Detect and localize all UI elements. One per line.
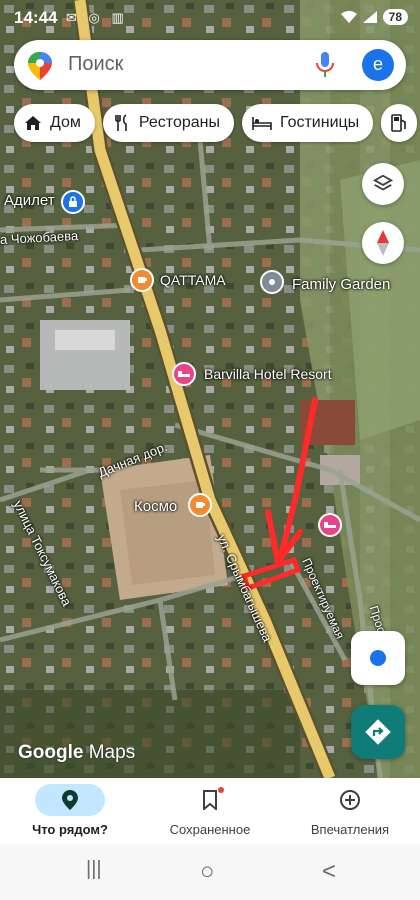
- status-time: 14:44: [14, 8, 58, 27]
- nav-contribute[interactable]: Впечатления: [280, 778, 420, 844]
- bottom-navigation: Что рядом? Сохраненное Впечатления: [0, 778, 420, 844]
- nav-label: Впечатления: [310, 822, 390, 837]
- search-input[interactable]: Поиск: [68, 53, 123, 76]
- system-navigation-bar: ||| ○ <: [0, 844, 420, 900]
- signal-icon: [362, 11, 377, 23]
- chip-gas-stations[interactable]: [381, 104, 418, 142]
- chip-restaurants[interactable]: Рестораны: [102, 104, 234, 142]
- map-label[interactable]: Адилет: [4, 192, 55, 209]
- map-label[interactable]: Космо: [134, 498, 177, 515]
- microphone-icon[interactable]: [316, 52, 334, 78]
- chip-label: Гостиницы: [279, 114, 360, 131]
- nav-label: Сохраненное: [169, 822, 251, 837]
- directions-icon: [365, 719, 391, 745]
- chip-label: Рестораны: [138, 114, 220, 131]
- hotel-poi-icon[interactable]: [318, 513, 342, 537]
- layers-icon: [372, 174, 394, 191]
- security-poi-icon[interactable]: [61, 190, 85, 214]
- home-icon: [25, 116, 41, 130]
- nav-label: Что рядом?: [32, 822, 108, 837]
- map-label[interactable]: QATTAMA: [160, 272, 226, 288]
- bookmark-icon: [203, 790, 217, 810]
- battery-level: 78: [382, 9, 408, 25]
- search-bar[interactable]: Поиск е: [14, 40, 406, 90]
- back-button[interactable]: <: [322, 858, 336, 886]
- layers-button[interactable]: [362, 163, 404, 205]
- directions-button[interactable]: [351, 705, 405, 759]
- compass-icon: [377, 230, 389, 256]
- chip-label: Дом: [50, 114, 81, 131]
- notification-icons: ✉ ◎ ▥: [66, 10, 128, 25]
- map-label[interactable]: Family Garden: [292, 276, 390, 293]
- my-location-icon: [370, 650, 386, 666]
- cafe-poi-icon[interactable]: [188, 493, 212, 517]
- status-bar: 14:44 ✉ ◎ ▥ 78: [0, 0, 420, 36]
- hotel-poi-icon[interactable]: [172, 362, 196, 386]
- map-label[interactable]: Barvilla Hotel Resort: [204, 366, 332, 382]
- cafe-poi-icon[interactable]: [130, 268, 154, 292]
- nav-saved[interactable]: Сохраненное: [140, 778, 280, 844]
- chip-hotels[interactable]: Гостиницы: [241, 104, 374, 142]
- gas-station-icon: [391, 114, 406, 132]
- google-maps-logo: Google Maps: [18, 742, 136, 763]
- avatar[interactable]: е: [362, 49, 394, 81]
- google-maps-pin-icon: [28, 52, 52, 80]
- nav-explore[interactable]: Что рядом?: [0, 778, 140, 844]
- place-poi-icon[interactable]: [260, 270, 284, 294]
- recents-button[interactable]: |||: [86, 858, 102, 881]
- location-pin-icon: [62, 790, 78, 810]
- home-button[interactable]: ○: [200, 858, 215, 886]
- category-chips: Дом Рестораны Гостиницы: [14, 104, 418, 142]
- my-location-button[interactable]: [351, 631, 405, 685]
- restaurant-icon: [115, 114, 127, 131]
- wifi-icon: [340, 11, 357, 23]
- add-circle-icon: [340, 790, 360, 810]
- hotel-icon: [252, 117, 272, 130]
- chip-home[interactable]: Дом: [14, 104, 95, 142]
- notification-dot: [218, 787, 224, 793]
- compass-button[interactable]: [362, 222, 404, 264]
